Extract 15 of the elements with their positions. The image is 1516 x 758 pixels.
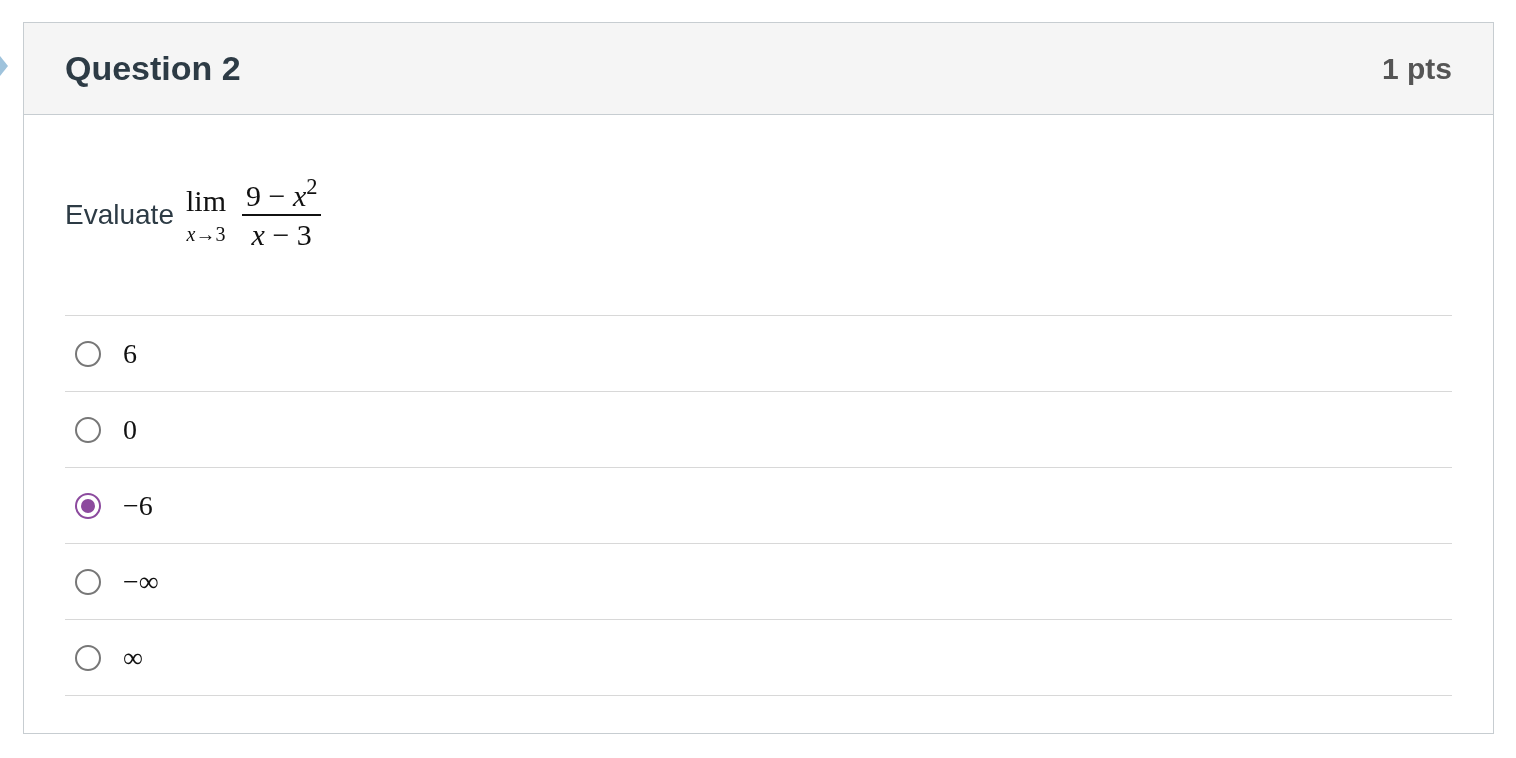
radio-button[interactable]: [75, 568, 101, 595]
answer-option: 0: [123, 408, 137, 451]
radio-button[interactable]: [75, 416, 101, 443]
answer-option: −∞: [123, 560, 159, 603]
answer-option: ∞: [123, 636, 143, 679]
radio-button[interactable]: [75, 644, 101, 671]
question-text: Evaluate: [65, 198, 174, 232]
radio-button[interactable]: [75, 492, 101, 519]
radio-button[interactable]: [75, 340, 101, 367]
answer-option: 6: [123, 332, 137, 375]
question-points: 1 pts: [1381, 51, 1452, 87]
answer-option: −6: [123, 484, 153, 527]
limit-expression: lim x→3 9 − x$^{2}$ x − 3: [185, 176, 322, 254]
question-title: Question 2: [65, 48, 241, 89]
marker-icon: [0, 56, 8, 76]
